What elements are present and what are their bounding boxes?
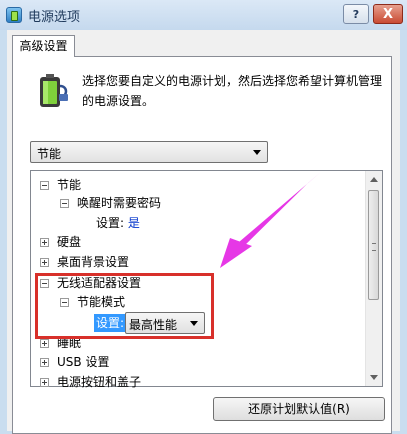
scroll-up-icon[interactable] xyxy=(370,177,378,182)
grip-icon xyxy=(372,243,376,251)
scroll-down-icon[interactable] xyxy=(370,375,378,380)
description-text: 选择您要自定义的电源计划，然后选择您希望计算机管理的电源设置。 xyxy=(82,74,383,108)
tree-node-desktop-background[interactable]: 桌面背景设置 xyxy=(40,253,129,271)
scroll-thumb[interactable] xyxy=(368,190,379,300)
power-plan-select[interactable]: 节能 xyxy=(30,141,268,163)
power-plan-value: 节能 xyxy=(37,147,62,161)
chevron-down-icon xyxy=(253,150,261,155)
tree-node-wake-password[interactable]: 唤醒时需要密码 xyxy=(60,194,161,212)
expand-icon[interactable] xyxy=(40,378,49,387)
tree-node-usb-settings[interactable]: USB 设置 xyxy=(40,353,109,371)
close-button[interactable]: X xyxy=(373,4,403,24)
tree-node-power-buttons-lid[interactable]: 电源按钮和盖子 xyxy=(40,373,141,391)
restore-defaults-button[interactable]: 还原计划默认值(R) xyxy=(213,397,385,421)
expand-icon[interactable] xyxy=(40,238,49,247)
title-bar[interactable]: 电源选项 ? X xyxy=(0,0,407,30)
tree-node-hard-disk[interactable]: 硬盘 xyxy=(40,233,81,251)
tree-scrollbar[interactable] xyxy=(365,171,382,386)
help-button[interactable]: ? xyxy=(343,4,369,24)
tree-setting-wake-password[interactable]: 设置: 是 xyxy=(96,214,140,232)
expand-icon[interactable] xyxy=(40,258,49,267)
annotation-highlight-box xyxy=(35,273,214,339)
tab-advanced-settings[interactable]: 高级设置 xyxy=(12,35,75,57)
setting-value: 是 xyxy=(127,216,140,230)
tree-node-power-saver[interactable]: 节能 xyxy=(40,176,81,194)
power-options-icon xyxy=(6,7,22,23)
expand-icon[interactable] xyxy=(40,339,49,348)
window-title: 电源选项 xyxy=(28,10,81,25)
battery-plug-icon xyxy=(40,74,68,107)
expand-icon[interactable] xyxy=(40,358,49,367)
collapse-icon[interactable] xyxy=(40,181,49,190)
collapse-icon[interactable] xyxy=(60,199,69,208)
